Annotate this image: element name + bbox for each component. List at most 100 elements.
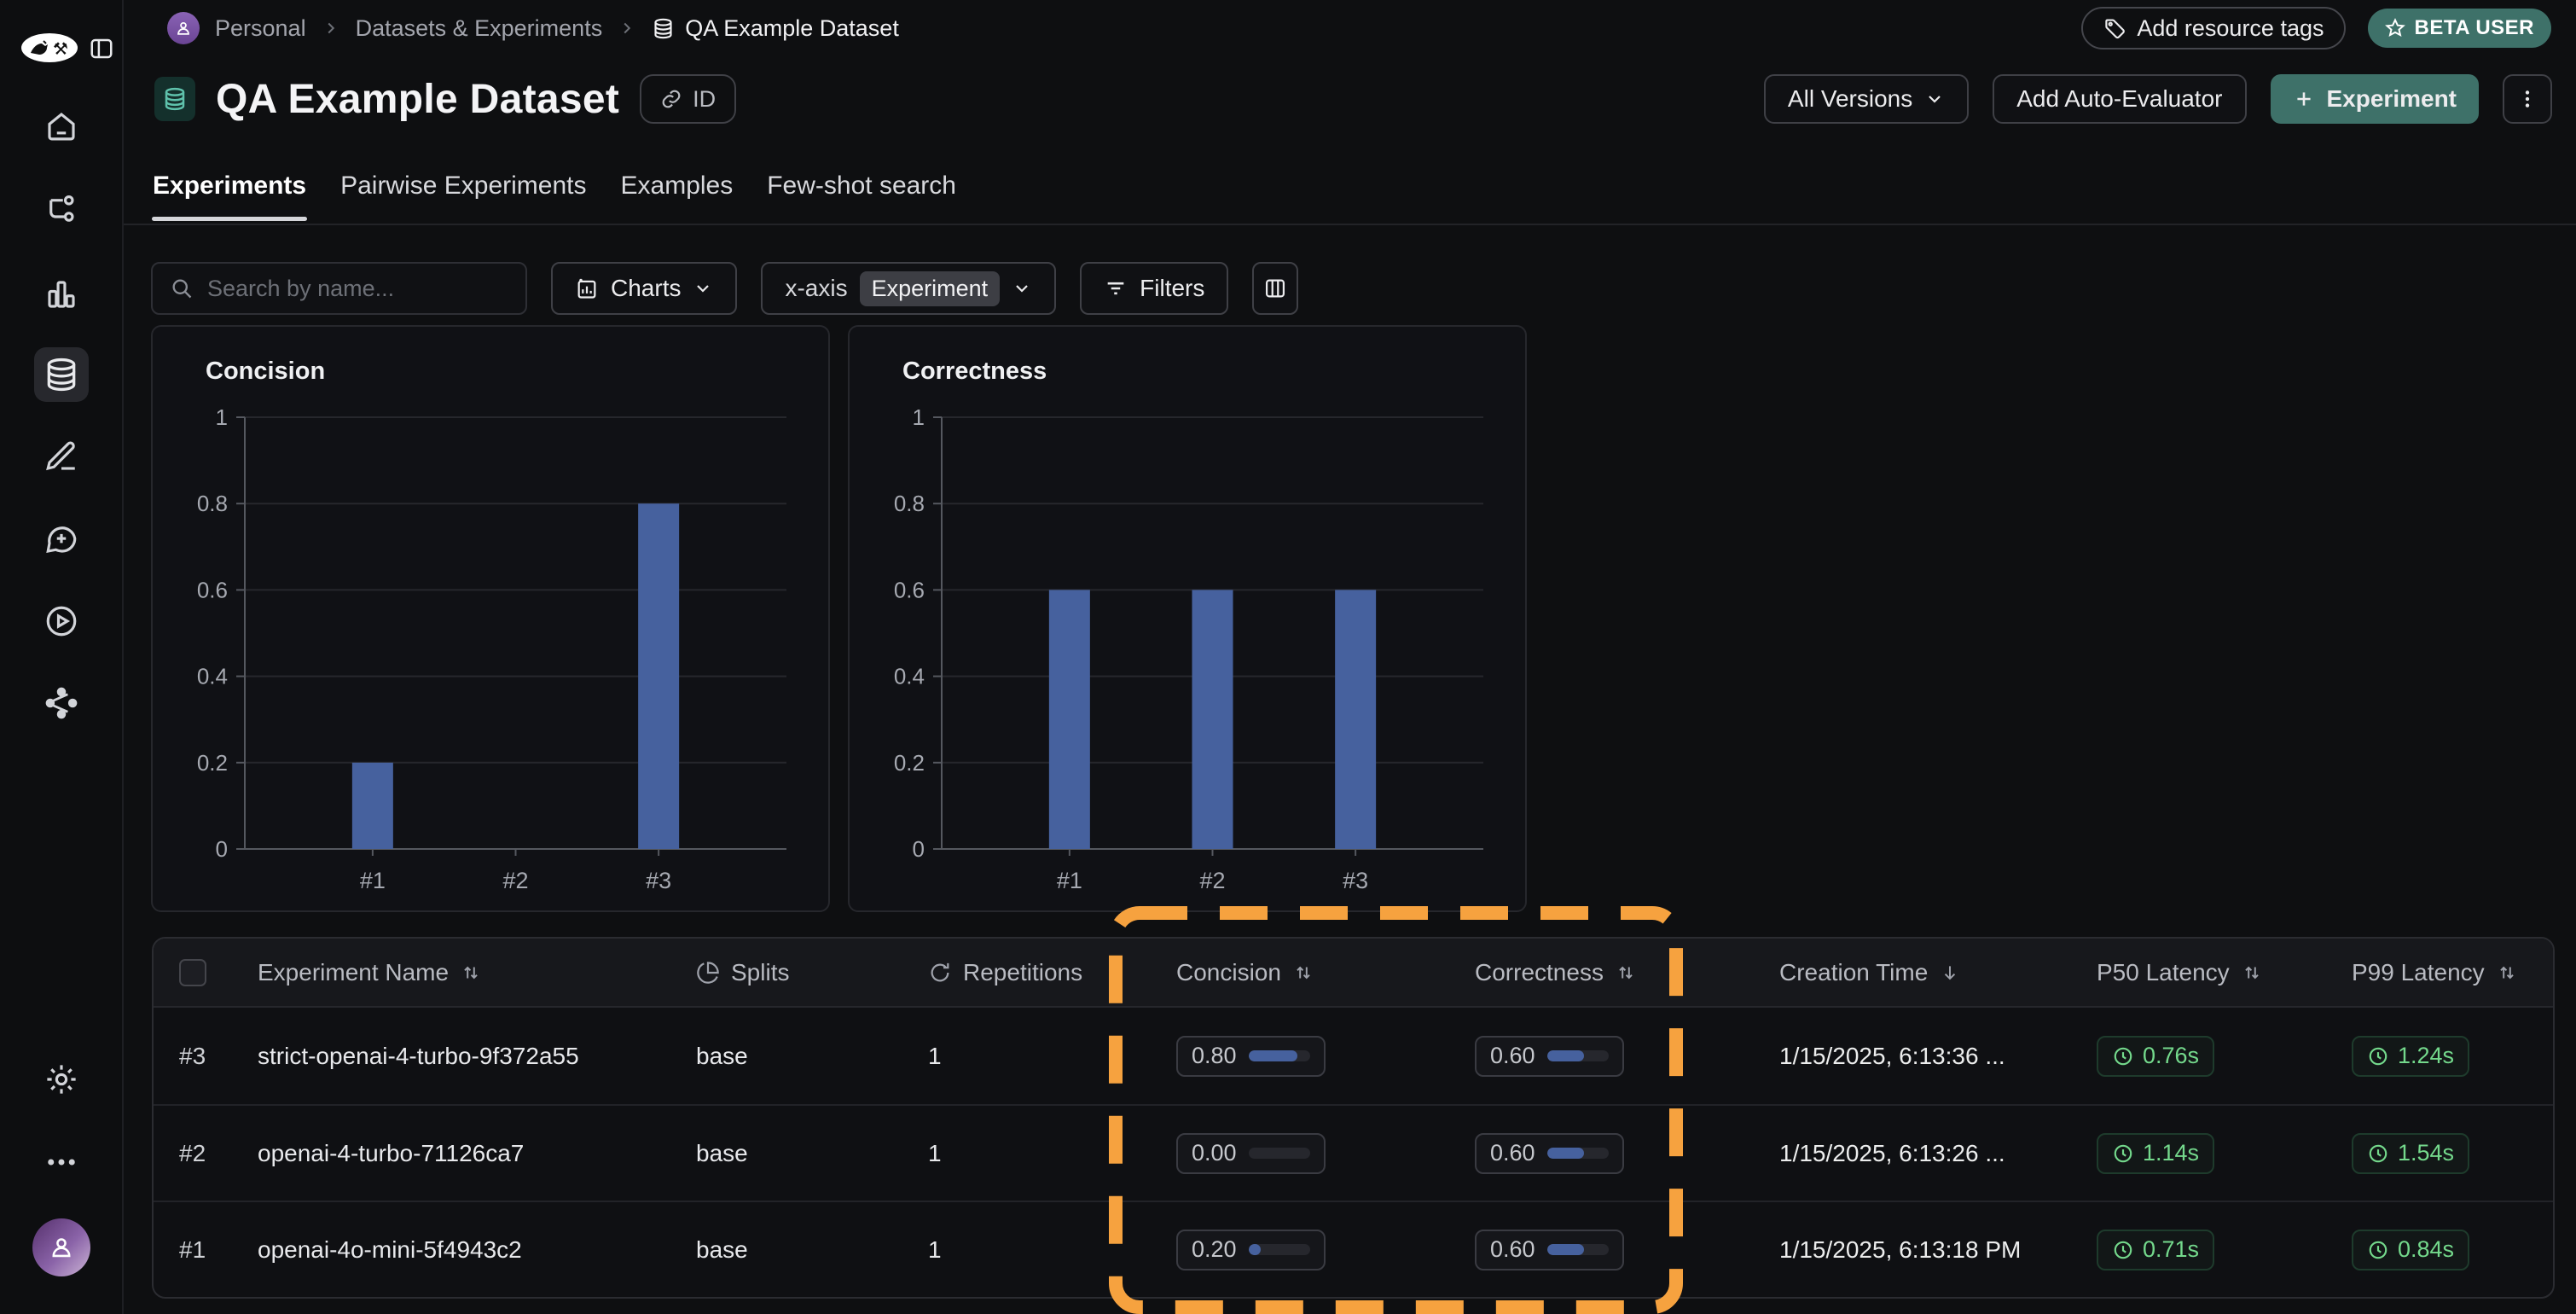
svg-text:0.6: 0.6 [894, 577, 925, 602]
sort-icon[interactable] [1615, 962, 1637, 984]
sidebar-item-home[interactable] [34, 99, 89, 154]
clock-icon [2367, 1239, 2389, 1261]
sidebar-item-datasets[interactable] [34, 347, 89, 402]
tab-pairwise-experiments[interactable]: Pairwise Experiments [339, 172, 587, 224]
p99-latency-badge: 1.54s [2352, 1133, 2469, 1174]
clock-icon [2367, 1045, 2389, 1067]
phoenix-logo[interactable]: ⚒ [20, 32, 78, 63]
copy-id-button[interactable]: ID [640, 74, 736, 124]
overflow-menu-button[interactable] [2503, 74, 2552, 124]
clock-icon [2112, 1045, 2134, 1067]
tab-examples[interactable]: Examples [620, 172, 734, 224]
columns-button[interactable] [1252, 262, 1298, 315]
correctness-score: 0.60 [1475, 1036, 1624, 1077]
link-icon [660, 88, 682, 110]
breadcrumb-current: QA Example Dataset [652, 15, 899, 42]
kebab-icon [2516, 88, 2538, 110]
score-bar [1547, 1148, 1609, 1159]
charts-section: Concision 00.20.40.60.81#1#2#3 Correctne… [151, 325, 2576, 912]
repeat-icon [928, 961, 952, 985]
sort-icon[interactable] [460, 962, 482, 984]
sidebar-item-feedback[interactable] [34, 512, 89, 567]
concision-score: 0.20 [1176, 1230, 1326, 1270]
select-all-checkbox[interactable] [179, 959, 206, 986]
column-correctness: Correctness [1475, 959, 1604, 986]
p99-latency-badge: 0.84s [2352, 1230, 2469, 1270]
svg-text:1: 1 [913, 404, 925, 430]
user-avatar[interactable] [32, 1218, 90, 1276]
star-icon [2385, 18, 2405, 38]
columns-icon [1263, 276, 1287, 300]
svg-text:0.8: 0.8 [894, 491, 925, 516]
breadcrumb-personal[interactable]: Personal [215, 15, 306, 42]
repetitions-value: 1 [928, 1140, 1176, 1167]
sort-desc-icon[interactable] [1939, 962, 1961, 984]
breadcrumb-datasets[interactable]: Datasets & Experiments [356, 15, 603, 42]
row-number: #1 [179, 1236, 206, 1264]
p50-latency-badge: 1.14s [2097, 1133, 2214, 1174]
score-bar [1249, 1050, 1310, 1061]
sidebar-item-annotations[interactable] [34, 429, 89, 484]
column-creation-time: Creation Time [1779, 959, 1928, 986]
svg-text:0.4: 0.4 [894, 664, 925, 689]
svg-text:0: 0 [216, 836, 228, 862]
pie-chart-icon [696, 961, 720, 985]
play-circle-icon [44, 603, 79, 639]
add-auto-evaluator-button[interactable]: Add Auto-Evaluator [1993, 74, 2246, 124]
panel-toggle-icon[interactable] [89, 36, 114, 61]
experiment-name: openai-4-turbo-71126ca7 [249, 1140, 696, 1167]
sidebar-item-more[interactable] [34, 1135, 89, 1189]
column-p99-latency: P99 Latency [2352, 959, 2485, 986]
settings-gear-icon [44, 1061, 79, 1097]
column-experiment-name: Experiment Name [258, 959, 449, 986]
database-icon [43, 356, 80, 393]
tab-experiments[interactable]: Experiments [152, 172, 307, 224]
row-number: #2 [179, 1140, 206, 1167]
charts-toggle-button[interactable]: Charts [551, 262, 737, 315]
sidebar-item-flows[interactable] [34, 676, 89, 730]
title-row: QA Example Dataset ID All Versions A [124, 49, 2576, 138]
xaxis-select[interactable]: x-axis Experiment [761, 262, 1056, 315]
sidebar-item-projects[interactable] [34, 267, 89, 322]
correctness-chart-card: Correctness 00.20.40.60.81#1#2#3 [848, 325, 1527, 912]
sidebar-item-traces[interactable] [34, 183, 89, 238]
column-splits: Splits [731, 959, 789, 986]
breadcrumb: Personal Datasets & Experiments QA Examp… [167, 12, 899, 44]
sort-icon[interactable] [2496, 962, 2518, 984]
workspace-avatar[interactable] [167, 12, 200, 44]
correctness-score: 0.60 [1475, 1133, 1624, 1174]
edit-pencil-icon [44, 439, 79, 474]
chevron-right-icon [322, 19, 340, 38]
toolbar: Charts x-axis Experiment Filters [151, 262, 2576, 315]
main-content: Personal Datasets & Experiments QA Examp… [124, 0, 2576, 1314]
svg-text:#1: #1 [360, 868, 386, 893]
plus-icon [2293, 88, 2315, 110]
sort-icon[interactable] [2241, 962, 2263, 984]
sidebar-item-settings[interactable] [34, 1052, 89, 1107]
tab-few-shot-search[interactable]: Few-shot search [766, 172, 957, 224]
sort-icon[interactable] [1292, 962, 1314, 984]
all-versions-select[interactable]: All Versions [1764, 74, 1969, 124]
bar-chart-icon [44, 276, 79, 312]
add-resource-tags-button[interactable]: Add resource tags [2081, 7, 2346, 49]
splits-value: base [696, 1236, 928, 1264]
dataset-title-icon [154, 77, 195, 121]
table-row[interactable]: #1 openai-4o-mini-5f4943c2 base 1 0.20 0… [154, 1201, 2553, 1297]
correctness-bar-chart: 00.20.40.60.81#1#2#3 [850, 327, 1525, 910]
correctness-score: 0.60 [1475, 1230, 1624, 1270]
table-row[interactable]: #2 openai-4-turbo-71126ca7 base 1 0.00 0… [154, 1104, 2553, 1201]
repetitions-value: 1 [928, 1236, 1176, 1264]
svg-text:#2: #2 [1199, 868, 1225, 893]
search-icon [170, 276, 194, 300]
ellipsis-icon [44, 1144, 79, 1180]
filters-button[interactable]: Filters [1080, 262, 1228, 315]
concision-score: 0.00 [1176, 1133, 1326, 1174]
graph-nodes-icon [44, 685, 79, 721]
filter-icon [1104, 276, 1128, 300]
svg-text:#2: #2 [502, 868, 528, 893]
new-experiment-button[interactable]: Experiment [2271, 74, 2480, 124]
search-input[interactable] [207, 276, 509, 302]
sidebar-item-playground[interactable] [34, 594, 89, 648]
score-bar [1547, 1050, 1609, 1061]
table-row[interactable]: #3 strict-openai-4-turbo-9f372a55 base 1… [154, 1008, 2553, 1104]
